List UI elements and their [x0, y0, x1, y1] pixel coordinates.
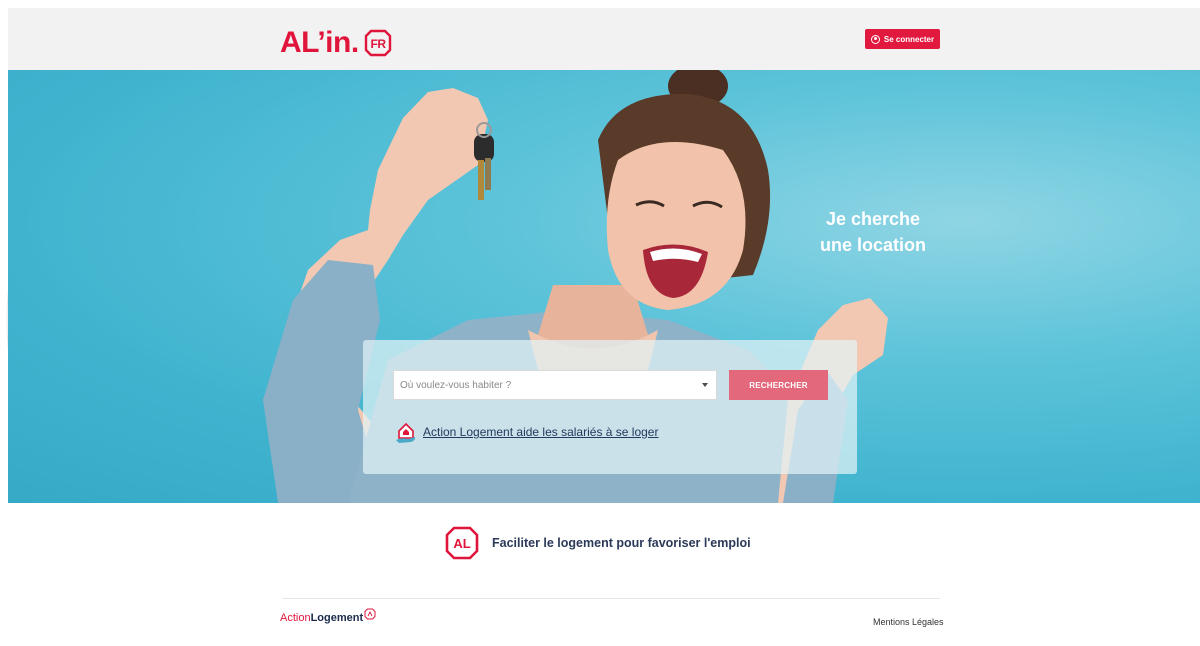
house-hand-icon	[396, 422, 416, 443]
footer-logo-part1: Action	[280, 612, 311, 624]
site-logo[interactable]: AL’in. FR	[280, 26, 393, 60]
login-button-label: Se connecter	[883, 34, 935, 44]
tagline-text: Faciliter le logement pour favoriser l'e…	[492, 536, 751, 550]
hero-title-line1: Je cherche	[825, 209, 921, 229]
hero-title: Je cherche une location	[798, 206, 948, 258]
hero-title-line2: une location	[819, 235, 926, 255]
hero-banner: Je cherche une location Où voulez-vous h…	[8, 70, 1200, 503]
caret-down-icon	[702, 383, 708, 387]
search-button[interactable]: RECHERCHER	[729, 370, 828, 400]
legal-notice-link[interactable]: Mentions Légales	[873, 617, 944, 627]
al-logo-text: AL	[453, 536, 470, 551]
footer-logo-part2: Logement	[310, 612, 364, 624]
tagline: AL Faciliter le logement pour favoriser …	[444, 525, 751, 561]
site-header: AL’in. FR Se connecter	[8, 8, 1200, 70]
footer-al-badge-icon	[364, 608, 376, 620]
aid-link[interactable]: Action Logement aide les salariés à se l…	[423, 425, 658, 439]
footer-logo[interactable]: Action Logement	[280, 608, 376, 624]
location-select[interactable]: Où voulez-vous habiter ?	[393, 370, 717, 400]
logo-badge-text: FR	[370, 37, 386, 51]
login-button[interactable]: Se connecter	[865, 29, 940, 49]
al-logo-icon: AL	[445, 526, 479, 560]
user-icon	[870, 34, 880, 44]
search-card: Où voulez-vous habiter ? RECHERCHER Acti…	[363, 340, 857, 474]
fr-badge-icon: FR	[364, 29, 391, 57]
aid-link-row: Action Logement aide les salariés à se l…	[395, 420, 658, 444]
logo-text: AL’in.	[280, 26, 359, 59]
location-select-placeholder: Où voulez-vous habiter ?	[400, 379, 512, 391]
footer-divider	[282, 598, 940, 599]
page: AL’in. FR Se connecter Je cherche une lo…	[0, 0, 1200, 646]
